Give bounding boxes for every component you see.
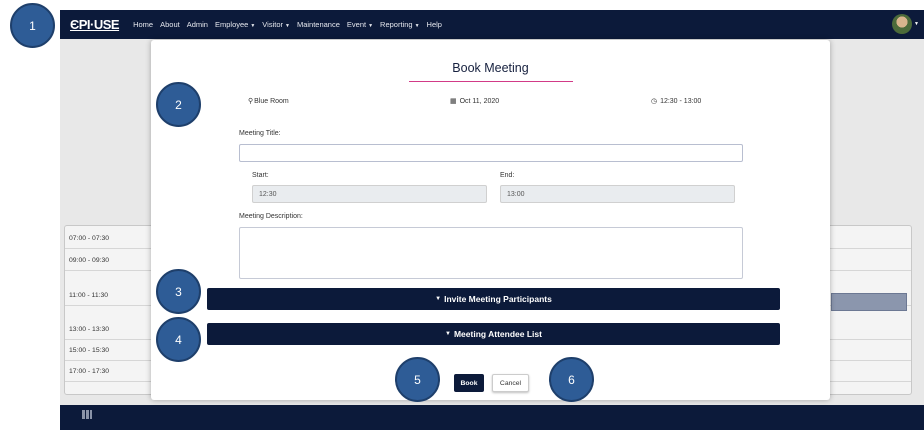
start-time-value: 12:30	[259, 190, 277, 198]
nav-reporting-label: Reporting	[380, 20, 413, 29]
caret-down-icon: ▼	[414, 23, 420, 29]
room-name: Blue Room	[254, 98, 289, 105]
time-slot-label: 09:00 - 09:30	[69, 257, 110, 264]
time-slot-label: 11:00 - 11:30	[69, 292, 109, 299]
user-avatar-icon[interactable]	[892, 14, 912, 34]
invite-participants-toggle[interactable]: ▼ Invite Meeting Participants	[207, 288, 780, 310]
date-info: ▦ Oct 11, 2020	[450, 97, 499, 105]
nav-maintenance[interactable]: Maintenance	[297, 20, 340, 29]
attendee-list-toggle[interactable]: ▼ Meeting Attendee List	[207, 323, 780, 345]
footer-bar	[60, 405, 924, 430]
attendee-list-label: Meeting Attendee List	[453, 329, 542, 339]
cancel-button[interactable]: Cancel	[492, 374, 529, 392]
start-time-field: 12:30	[252, 185, 487, 203]
book-button[interactable]: Book	[454, 374, 484, 392]
meeting-description-label: Meeting Description:	[239, 213, 303, 220]
modal-title: Book Meeting	[452, 61, 529, 75]
caret-down-icon: ▼	[435, 296, 442, 302]
nav-employee[interactable]: Employee ▼	[215, 20, 255, 29]
brand-logo[interactable]: ЄPI·USE	[70, 17, 120, 32]
meeting-title-label: Meeting Title:	[239, 130, 281, 137]
nav-reporting[interactable]: Reporting ▼	[380, 20, 419, 29]
meeting-time: 12:30 - 13:00	[660, 98, 702, 105]
callout-marker-3: 3	[156, 269, 201, 314]
callout-marker-5: 5	[395, 357, 440, 402]
top-navbar: ЄPI·USE Home About Admin Employee ▼ Visit…	[60, 10, 924, 39]
callout-marker-2: 2	[156, 82, 201, 127]
callout-marker-6: 6	[549, 357, 594, 402]
booked-slot-block[interactable]	[831, 293, 907, 311]
end-label: End:	[500, 172, 515, 179]
time-slot-label: 17:00 - 17:30	[69, 368, 110, 375]
footer-logo-icon	[82, 410, 92, 419]
meeting-title-input[interactable]	[239, 144, 743, 162]
caret-down-icon: ▼	[368, 23, 374, 29]
callout-marker-1: 1	[10, 3, 55, 48]
time-slot-label: 15:00 - 15:30	[69, 347, 110, 354]
nav-visitor-label: Visitor	[262, 20, 283, 29]
caret-down-icon: ▼	[285, 23, 290, 29]
caret-down-icon[interactable]: ▼	[914, 21, 919, 27]
location-pin-icon: ⚲	[248, 98, 254, 105]
invite-participants-label: Invite Meeting Participants	[444, 294, 552, 304]
caret-down-icon: ▼	[445, 331, 451, 337]
book-meeting-modal: Book Meeting ⚲Blue Room ▦ Oct 11, 2020 ◷…	[151, 40, 830, 400]
time-info: ◷ 12:30 - 13:00	[651, 97, 701, 105]
room-info: ⚲Blue Room	[248, 97, 289, 105]
nav-event[interactable]: Event ▼	[347, 20, 373, 29]
caret-down-icon: ▼	[250, 23, 256, 29]
time-slot-label: 13:00 - 13:30	[69, 326, 110, 333]
start-label: Start:	[252, 172, 269, 179]
clock-icon: ◷	[651, 98, 658, 105]
nav-visitor[interactable]: Visitor ▼	[262, 20, 290, 29]
time-slot-label: 07:00 - 07:30	[69, 235, 110, 242]
nav-about[interactable]: About	[160, 20, 180, 29]
end-time-value: 13:00	[507, 190, 525, 198]
callout-marker-4: 4	[156, 317, 201, 362]
nav-help[interactable]: Help	[427, 20, 442, 29]
nav-employee-label: Employee	[214, 20, 249, 29]
nav-home[interactable]: Home	[133, 20, 153, 29]
title-underline	[409, 81, 573, 82]
meeting-date: Oct 11, 2020	[459, 98, 500, 105]
end-time-field: 13:00	[500, 185, 735, 203]
calendar-icon: ▦	[450, 98, 457, 105]
nav-event-label: Event	[346, 20, 367, 29]
page: ЄPI·USE Home About Admin Employee ▼ Visit…	[0, 0, 924, 430]
meeting-description-input[interactable]	[239, 227, 743, 279]
nav-admin[interactable]: Admin	[187, 20, 208, 29]
